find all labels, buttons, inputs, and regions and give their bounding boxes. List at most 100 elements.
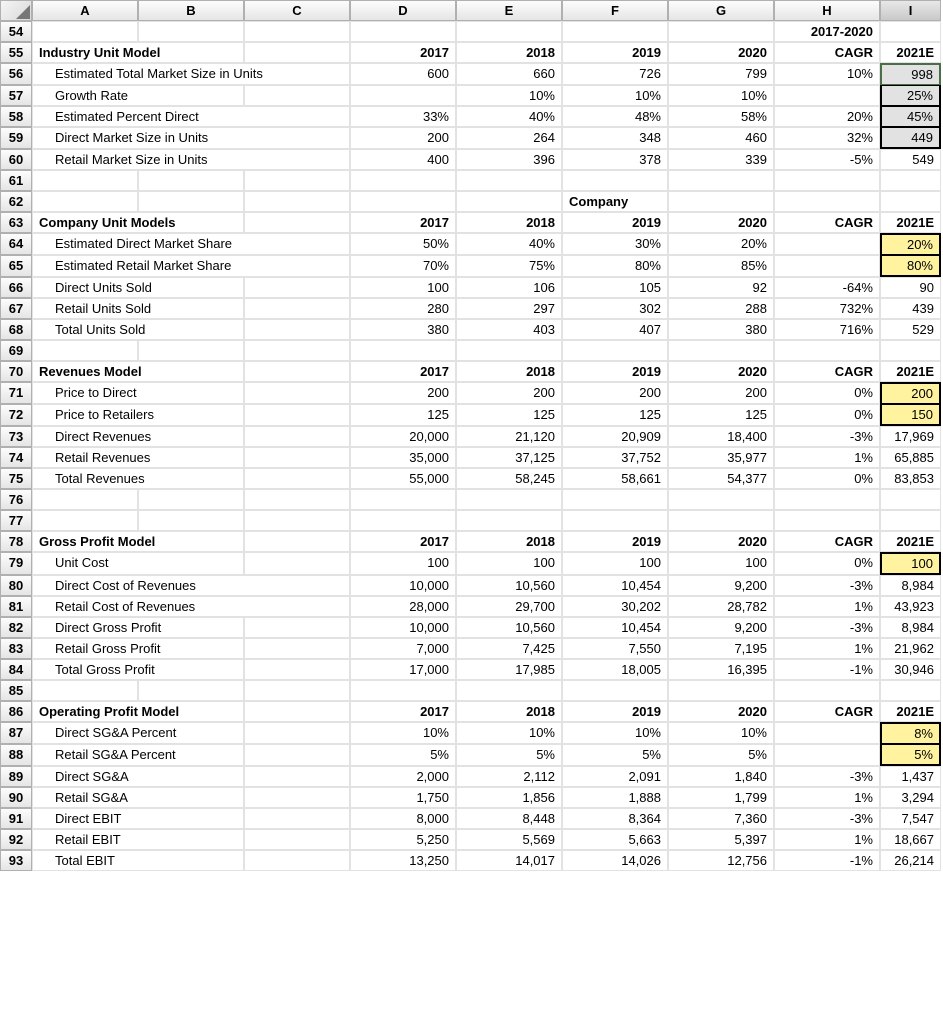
cell[interactable] xyxy=(244,829,350,850)
cell[interactable] xyxy=(774,489,880,510)
cell[interactable]: 58,661 xyxy=(562,468,668,489)
cell[interactable] xyxy=(244,447,350,468)
cell[interactable]: 100 xyxy=(456,552,562,575)
row-label[interactable]: Estimated Percent Direct xyxy=(32,106,350,127)
cell[interactable] xyxy=(562,170,668,191)
cell[interactable]: -3% xyxy=(774,766,880,787)
cell[interactable] xyxy=(244,638,350,659)
cell[interactable]: 50% xyxy=(350,233,456,255)
cell[interactable]: 10% xyxy=(774,63,880,85)
cell[interactable]: 1% xyxy=(774,829,880,850)
cell[interactable]: 2018 xyxy=(456,361,562,382)
cell[interactable] xyxy=(244,787,350,808)
cell[interactable] xyxy=(880,191,941,212)
cell[interactable]: 83,853 xyxy=(880,468,941,489)
row-header[interactable]: 72 xyxy=(0,404,32,426)
cell[interactable]: 1% xyxy=(774,447,880,468)
cell[interactable]: 100 xyxy=(350,277,456,298)
cell[interactable]: 2021E xyxy=(880,42,941,63)
cell[interactable]: 1,856 xyxy=(456,787,562,808)
row-label[interactable]: Retail EBIT xyxy=(32,829,244,850)
cell[interactable]: 35,000 xyxy=(350,447,456,468)
cell[interactable] xyxy=(668,340,774,361)
cell[interactable]: 26,214 xyxy=(880,850,941,871)
cell[interactable]: CAGR xyxy=(774,42,880,63)
cell[interactable] xyxy=(880,170,941,191)
cell[interactable]: 75% xyxy=(456,255,562,277)
row-header[interactable]: 57 xyxy=(0,85,32,106)
cell[interactable]: 3,294 xyxy=(880,787,941,808)
cell[interactable] xyxy=(244,212,350,233)
cell[interactable] xyxy=(244,766,350,787)
row-label[interactable]: Direct Market Size in Units xyxy=(32,127,350,149)
cell[interactable] xyxy=(244,298,350,319)
cell[interactable]: 32% xyxy=(774,127,880,149)
cell[interactable] xyxy=(244,617,350,638)
select-all-corner[interactable] xyxy=(0,0,32,21)
cell[interactable]: 264 xyxy=(456,127,562,149)
cell[interactable]: 8,984 xyxy=(880,617,941,638)
cell[interactable]: 12,756 xyxy=(668,850,774,871)
cell[interactable]: 2,091 xyxy=(562,766,668,787)
cell[interactable] xyxy=(774,744,880,766)
cell[interactable]: 5,250 xyxy=(350,829,456,850)
cell[interactable]: 200 xyxy=(350,382,456,404)
cell[interactable]: 18,400 xyxy=(668,426,774,447)
cell[interactable]: 100 xyxy=(668,552,774,575)
row-label[interactable]: Direct Units Sold xyxy=(32,277,244,298)
cell[interactable]: 396 xyxy=(456,149,562,170)
cell[interactable] xyxy=(244,404,350,426)
cell[interactable] xyxy=(244,680,350,701)
cell[interactable] xyxy=(668,191,774,212)
cell[interactable]: 660 xyxy=(456,63,562,85)
cell[interactable]: 600 xyxy=(350,63,456,85)
cell[interactable]: 14,017 xyxy=(456,850,562,871)
cell[interactable]: 58% xyxy=(668,106,774,127)
cell[interactable] xyxy=(138,489,244,510)
row-header[interactable]: 87 xyxy=(0,722,32,744)
cell[interactable]: 100 xyxy=(350,552,456,575)
cell[interactable]: 125 xyxy=(562,404,668,426)
row-header[interactable]: 81 xyxy=(0,596,32,617)
cell[interactable] xyxy=(350,510,456,531)
cell[interactable] xyxy=(350,489,456,510)
row-label[interactable]: Direct EBIT xyxy=(32,808,244,829)
row-label[interactable]: Price to Direct xyxy=(32,382,244,404)
cell[interactable]: 460 xyxy=(668,127,774,149)
cell[interactable]: -3% xyxy=(774,426,880,447)
row-header[interactable]: 84 xyxy=(0,659,32,680)
cell[interactable] xyxy=(32,680,138,701)
cell[interactable] xyxy=(138,191,244,212)
cell[interactable]: 100 xyxy=(562,552,668,575)
row-label[interactable]: Retail Gross Profit xyxy=(32,638,244,659)
cell[interactable] xyxy=(562,21,668,42)
row-header[interactable]: 80 xyxy=(0,575,32,596)
cell[interactable]: 20,000 xyxy=(350,426,456,447)
row-header[interactable]: 56 xyxy=(0,63,32,85)
row-header[interactable]: 90 xyxy=(0,787,32,808)
cell[interactable]: 2020 xyxy=(668,531,774,552)
input-cell[interactable]: 8% xyxy=(880,722,941,744)
cell[interactable]: 35,977 xyxy=(668,447,774,468)
row-header[interactable]: 91 xyxy=(0,808,32,829)
cell[interactable]: 297 xyxy=(456,298,562,319)
cell[interactable] xyxy=(244,170,350,191)
cell[interactable]: 1,840 xyxy=(668,766,774,787)
row-label[interactable]: Total EBIT xyxy=(32,850,244,871)
cell[interactable]: 280 xyxy=(350,298,456,319)
cell[interactable] xyxy=(668,21,774,42)
cell[interactable]: 380 xyxy=(350,319,456,340)
row-header[interactable]: 65 xyxy=(0,255,32,277)
input-cell[interactable]: 449 xyxy=(880,127,941,149)
cell[interactable]: 1,888 xyxy=(562,787,668,808)
cell[interactable]: CAGR xyxy=(774,212,880,233)
cell[interactable]: 40% xyxy=(456,106,562,127)
cell[interactable]: 28,000 xyxy=(350,596,456,617)
cell[interactable]: 125 xyxy=(456,404,562,426)
cell[interactable]: 7,195 xyxy=(668,638,774,659)
cell[interactable]: 799 xyxy=(668,63,774,85)
cell[interactable] xyxy=(244,277,350,298)
cell[interactable] xyxy=(774,340,880,361)
row-header[interactable]: 85 xyxy=(0,680,32,701)
cell[interactable]: 2019 xyxy=(562,361,668,382)
